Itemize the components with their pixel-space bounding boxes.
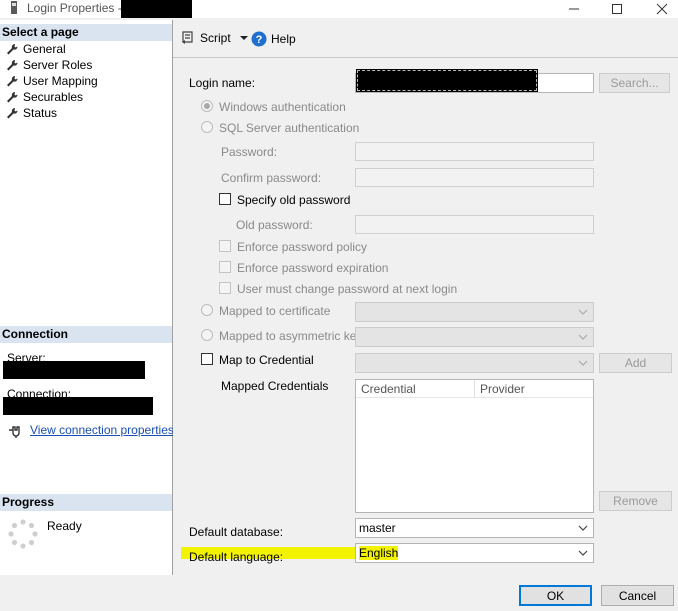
script-icon — [182, 31, 193, 44]
grid-header-credential[interactable]: Credential — [356, 380, 475, 398]
progress-status: Ready — [47, 519, 82, 533]
mapped-credentials-grid[interactable]: Credential Provider — [355, 379, 594, 513]
close-button[interactable] — [645, 0, 678, 18]
maximize-icon — [612, 4, 622, 14]
view-connection-properties-link[interactable]: View connection properties — [30, 423, 174, 437]
wrench-icon — [7, 107, 18, 119]
wrench-icon — [7, 91, 18, 103]
enforce-policy-label: Enforce password policy — [237, 240, 368, 254]
default-language-value: English — [359, 546, 399, 560]
maximize-button[interactable] — [600, 0, 634, 18]
mapped-certificate-label: Mapped to certificate — [219, 304, 331, 318]
map-credential-label: Map to Credential — [219, 353, 314, 367]
enforce-expiration-label: Enforce password expiration — [237, 261, 389, 275]
old-password-label: Old password: — [236, 218, 313, 232]
minimize-button[interactable] — [557, 0, 591, 18]
asym-key-combo[interactable] — [355, 327, 594, 347]
chevron-down-icon — [578, 525, 588, 531]
login-name-redaction — [356, 69, 538, 92]
password-input[interactable] — [355, 142, 594, 161]
password-label: Password: — [221, 145, 278, 159]
sql-auth-label: SQL Server authentication — [219, 121, 360, 135]
mapped-asym-key-label: Mapped to asymmetric key — [219, 329, 363, 343]
confirm-password-input[interactable] — [355, 168, 594, 187]
specify-old-password-label: Specify old password — [237, 193, 351, 207]
enforce-expiration-checkbox[interactable] — [219, 261, 231, 273]
remove-button[interactable]: Remove — [599, 491, 672, 511]
script-button[interactable]: Script — [181, 31, 249, 45]
progress-spinner-icon — [8, 519, 38, 552]
server-redaction — [3, 361, 145, 379]
add-button[interactable]: Add — [599, 353, 672, 373]
svg-text:?: ? — [256, 34, 263, 46]
windows-auth-label: Windows authentication — [219, 100, 346, 114]
minimize-icon — [569, 8, 579, 10]
mapped-certificate-radio[interactable] — [201, 304, 213, 316]
default-database-combo[interactable]: master — [355, 518, 594, 538]
old-password-input[interactable] — [355, 215, 594, 234]
app-icon — [9, 1, 19, 14]
page-item-server-roles[interactable]: Server Roles — [6, 57, 92, 73]
credential-combo[interactable] — [355, 353, 594, 373]
enforce-policy-checkbox[interactable] — [219, 240, 231, 252]
help-label: Help — [271, 32, 296, 46]
specify-old-password-checkbox[interactable] — [219, 193, 231, 205]
page-item-label: Server Roles — [23, 58, 93, 72]
help-button[interactable]: ? Help — [251, 31, 296, 47]
cancel-button[interactable]: Cancel — [601, 585, 674, 606]
mapped-asym-key-radio[interactable] — [201, 329, 213, 341]
wrench-icon — [7, 59, 18, 71]
chevron-down-icon — [578, 309, 588, 315]
login-name-label: Login name: — [189, 76, 256, 90]
toolbar-separator — [173, 57, 678, 58]
default-language-combo[interactable]: English — [355, 543, 594, 563]
chevron-down-icon — [578, 334, 588, 340]
mapped-credentials-label: Mapped Credentials — [221, 379, 329, 393]
certificate-combo[interactable] — [355, 302, 594, 322]
help-icon: ? — [251, 31, 267, 47]
dropdown-arrow-icon — [239, 36, 248, 40]
page-item-label: User Mapping — [23, 74, 98, 88]
default-database-value: master — [359, 521, 396, 535]
page-item-label: Status — [23, 106, 58, 120]
windows-auth-radio[interactable] — [201, 100, 213, 112]
window-title: Login Properties - — [27, 1, 122, 15]
page-item-user-mapping[interactable]: User Mapping — [6, 73, 98, 89]
wrench-icon — [7, 75, 18, 87]
page-item-securables[interactable]: Securables — [6, 89, 83, 105]
page-item-status[interactable]: Status — [6, 105, 57, 121]
search-button[interactable]: Search... — [599, 73, 670, 93]
grid-header-provider[interactable]: Provider — [475, 380, 593, 398]
page-item-label: Securables — [23, 90, 84, 104]
script-label: Script — [200, 31, 231, 45]
select-page-header: Select a page — [0, 24, 172, 41]
title-redaction — [121, 0, 192, 18]
page-item-general[interactable]: General — [6, 41, 66, 57]
plug-icon — [8, 424, 24, 441]
page-item-label: General — [23, 42, 66, 56]
connection-redaction — [3, 397, 153, 415]
chevron-down-icon — [578, 360, 588, 366]
progress-header: Progress — [0, 494, 172, 511]
must-change-checkbox[interactable] — [219, 282, 231, 294]
chevron-down-icon — [578, 550, 588, 556]
wrench-icon — [7, 43, 18, 55]
must-change-label: User must change password at next login — [237, 282, 458, 296]
close-icon — [656, 3, 668, 15]
default-language-label: Default language: — [189, 550, 284, 564]
sql-auth-radio[interactable] — [201, 121, 213, 133]
default-database-label: Default database: — [189, 525, 284, 539]
confirm-password-label: Confirm password: — [221, 171, 322, 185]
map-credential-checkbox[interactable] — [201, 353, 213, 365]
connection-header: Connection — [0, 326, 172, 343]
ok-button[interactable]: OK — [519, 585, 592, 606]
